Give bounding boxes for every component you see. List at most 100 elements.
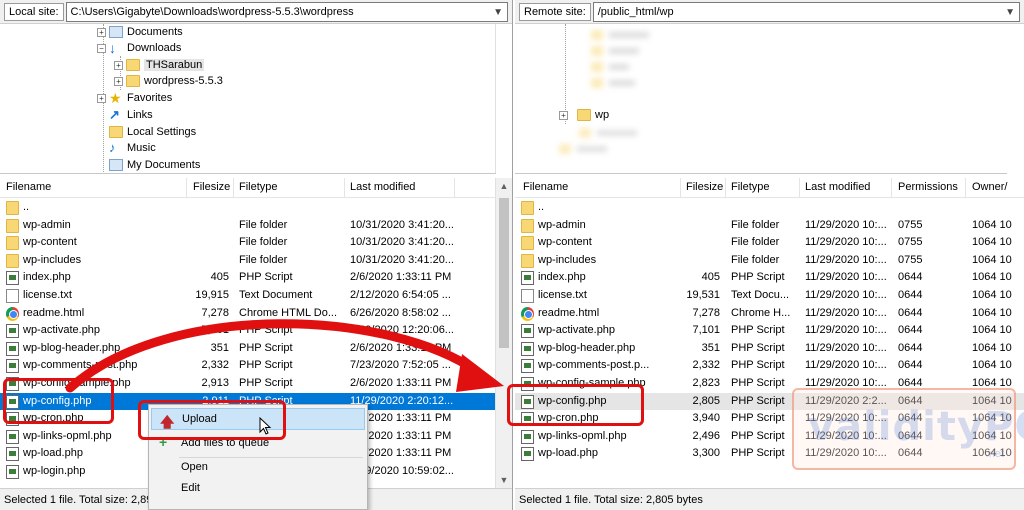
tree-item-label: Documents [127,26,183,38]
file-name: wp-includes [538,253,597,266]
file-name: wp-links-opml.php [538,429,627,442]
file-type: File folder [239,253,288,266]
file-type: File folder [239,218,288,231]
file-size: 351 [701,341,720,354]
expand-plus-icon[interactable]: + [114,60,123,70]
file-type: Text Document [239,289,313,301]
file-name: wp-admin [23,218,71,231]
tree-item-local-settings[interactable]: Local Settings [109,124,196,140]
local-site-path-text: C:\Users\Gigabyte\Downloads\wordpress-5.… [70,5,354,18]
local-site-path-combobox[interactable]: C:\Users\Gigabyte\Downloads\wordpress-5.… [65,1,508,22]
remote-site-path-combobox[interactable]: /public_html/wp ▼ [592,1,1020,22]
folder-icon [126,59,140,71]
php-file-icon [521,341,534,356]
file-modified: 11/29/2020 10:... [805,341,887,354]
file-owner: 1064 10 [972,271,1012,284]
column-filename[interactable]: Filename [6,181,51,193]
tree-item-my-documents[interactable]: My Documents [109,157,200,173]
documents-folder-icon [109,159,123,171]
file-owner: 1064 10 [972,218,1012,231]
local-file-list-header: Filename Filesize Filetype Last modified [0,178,496,198]
tree-item-thsarabun[interactable]: + THSarabun [114,57,205,73]
tree-item-label: My Documents [127,159,201,171]
file-permissions: 0644 [898,271,923,284]
local-tree-scrollbar[interactable]: ▲ ▼ [495,24,496,173]
tree-item-wp[interactable]: + wp [559,107,609,123]
file-row[interactable]: readme.html 7,278 Chrome H... 11/29/2020 10… [515,305,1024,323]
file-name: license.txt [23,289,72,301]
folder-icon [521,201,534,215]
file-size: 7,101 [201,324,229,337]
file-row[interactable]: wp-activate.php 7,101 PHP Script 7/29/2020 … [0,322,496,340]
scroll-down-icon[interactable]: ▼ [496,472,512,488]
tree-item-music[interactable]: ♪ Music [109,140,156,156]
file-row[interactable]: .. [0,199,496,217]
column-owner[interactable]: Owner/ [972,181,1007,193]
file-type: PHP Script [239,359,293,372]
file-row[interactable]: wp-activate.php 7,101 PHP Script 11/29/2020… [515,322,1024,340]
file-row[interactable]: wp-admin File folder 11/29/2020 10:... 0755… [515,217,1024,235]
file-row[interactable]: wp-includes File folder 10/31/2020 3:41:20… [0,252,496,270]
file-row[interactable]: wp-comments-post.p... 2,332 PHP Script 11/2… [515,357,1024,375]
tree-item-label: wordpress-5.5.3 [144,75,223,87]
column-filesize[interactable]: Filesize [686,181,723,193]
file-owner: 1064 10 [972,324,1012,337]
chevron-down-icon[interactable]: ▼ [493,7,503,18]
file-row[interactable]: license.txt 19,915 Text Document 2/12/2020 … [0,287,496,305]
column-permissions[interactable]: Permissions [898,181,958,193]
expand-plus-icon[interactable]: + [559,110,568,120]
expand-plus-icon[interactable]: + [97,93,106,103]
tree-item-links[interactable]: ↗ Links [109,107,153,123]
file-name: wp-blog-header.php [538,341,636,354]
file-row[interactable]: license.txt 19,531 Text Docu... 11/29/2020 … [515,287,1024,305]
column-last-modified[interactable]: Last modified [805,181,870,193]
local-list-scrollbar[interactable]: ▲ ▼ [495,178,512,488]
file-name: wp-content [23,236,77,249]
expand-plus-icon[interactable]: + [114,76,123,86]
file-size: 2,805 [692,394,720,407]
column-last-modified[interactable]: Last modified [350,181,415,193]
file-permissions: 0644 [898,289,923,301]
file-row[interactable]: wp-admin File folder 10/31/2020 3:41:20... [0,217,496,235]
file-row[interactable]: .. [515,199,1024,217]
file-type: File folder [731,236,780,249]
file-type: Chrome H... [731,306,791,319]
file-row[interactable]: wp-blog-header.php 351 PHP Script 2/6/2020 … [0,340,496,358]
folder-icon [109,126,123,138]
scroll-thumb[interactable] [499,198,509,348]
file-row[interactable]: wp-includes File folder 11/29/2020 10:... 0… [515,252,1024,270]
file-row[interactable]: readme.html 7,278 Chrome HTML Do... 6/26/20… [0,305,496,323]
file-row[interactable]: wp-blog-header.php 351 PHP Script 11/29/202… [515,340,1024,358]
file-modified: 11/29/2020 10:... [805,236,887,249]
expand-plus-icon[interactable]: + [97,27,106,37]
column-filename[interactable]: Filename [523,181,568,193]
column-filetype[interactable]: Filetype [731,181,770,193]
collapse-minus-icon[interactable]: − [97,43,106,53]
tree-item-label: THSarabun [144,59,205,71]
file-row[interactable]: index.php 405 PHP Script 11/29/2020 10:... 0… [515,269,1024,287]
file-row[interactable]: wp-comments-post.php 2,332 PHP Script 7/23/… [0,357,496,375]
file-name: wp-admin [538,218,586,231]
file-row[interactable]: wp-content File folder 10/31/2020 3:41:20.… [0,234,496,252]
php-file-icon [6,447,19,462]
php-file-icon [6,271,19,286]
tree-item-documents[interactable]: + Documents [97,24,183,40]
tree-item-label: wp [595,109,610,121]
folder-icon [6,218,19,233]
file-row[interactable]: wp-content File folder 11/29/2020 10:... 07… [515,234,1024,252]
php-file-icon [521,359,534,374]
file-permissions: 0644 [898,341,923,354]
column-filesize[interactable]: Filesize [193,181,230,193]
tree-item-wordpress[interactable]: + wordpress-5.5.3 [114,73,223,89]
php-file-icon [6,465,19,479]
menu-item-open[interactable]: Open [151,456,365,478]
file-modified: 2/12/2020 6:54:05 ... [350,289,451,301]
chevron-down-icon[interactable]: ▼ [1005,7,1015,18]
tree-item-downloads[interactable]: − ↓ Downloads [97,40,181,56]
file-row[interactable]: index.php 405 PHP Script 2/6/2020 1:33:11 P… [0,269,496,287]
scroll-up-icon[interactable]: ▲ [496,178,512,194]
tree-item-favorites[interactable]: + ★ Favorites [97,90,172,106]
column-filetype[interactable]: Filetype [239,181,278,193]
local-directory-tree: + Documents − ↓ Downloads + THSarabun + … [0,24,496,174]
menu-item-edit[interactable]: Edit [151,477,365,499]
